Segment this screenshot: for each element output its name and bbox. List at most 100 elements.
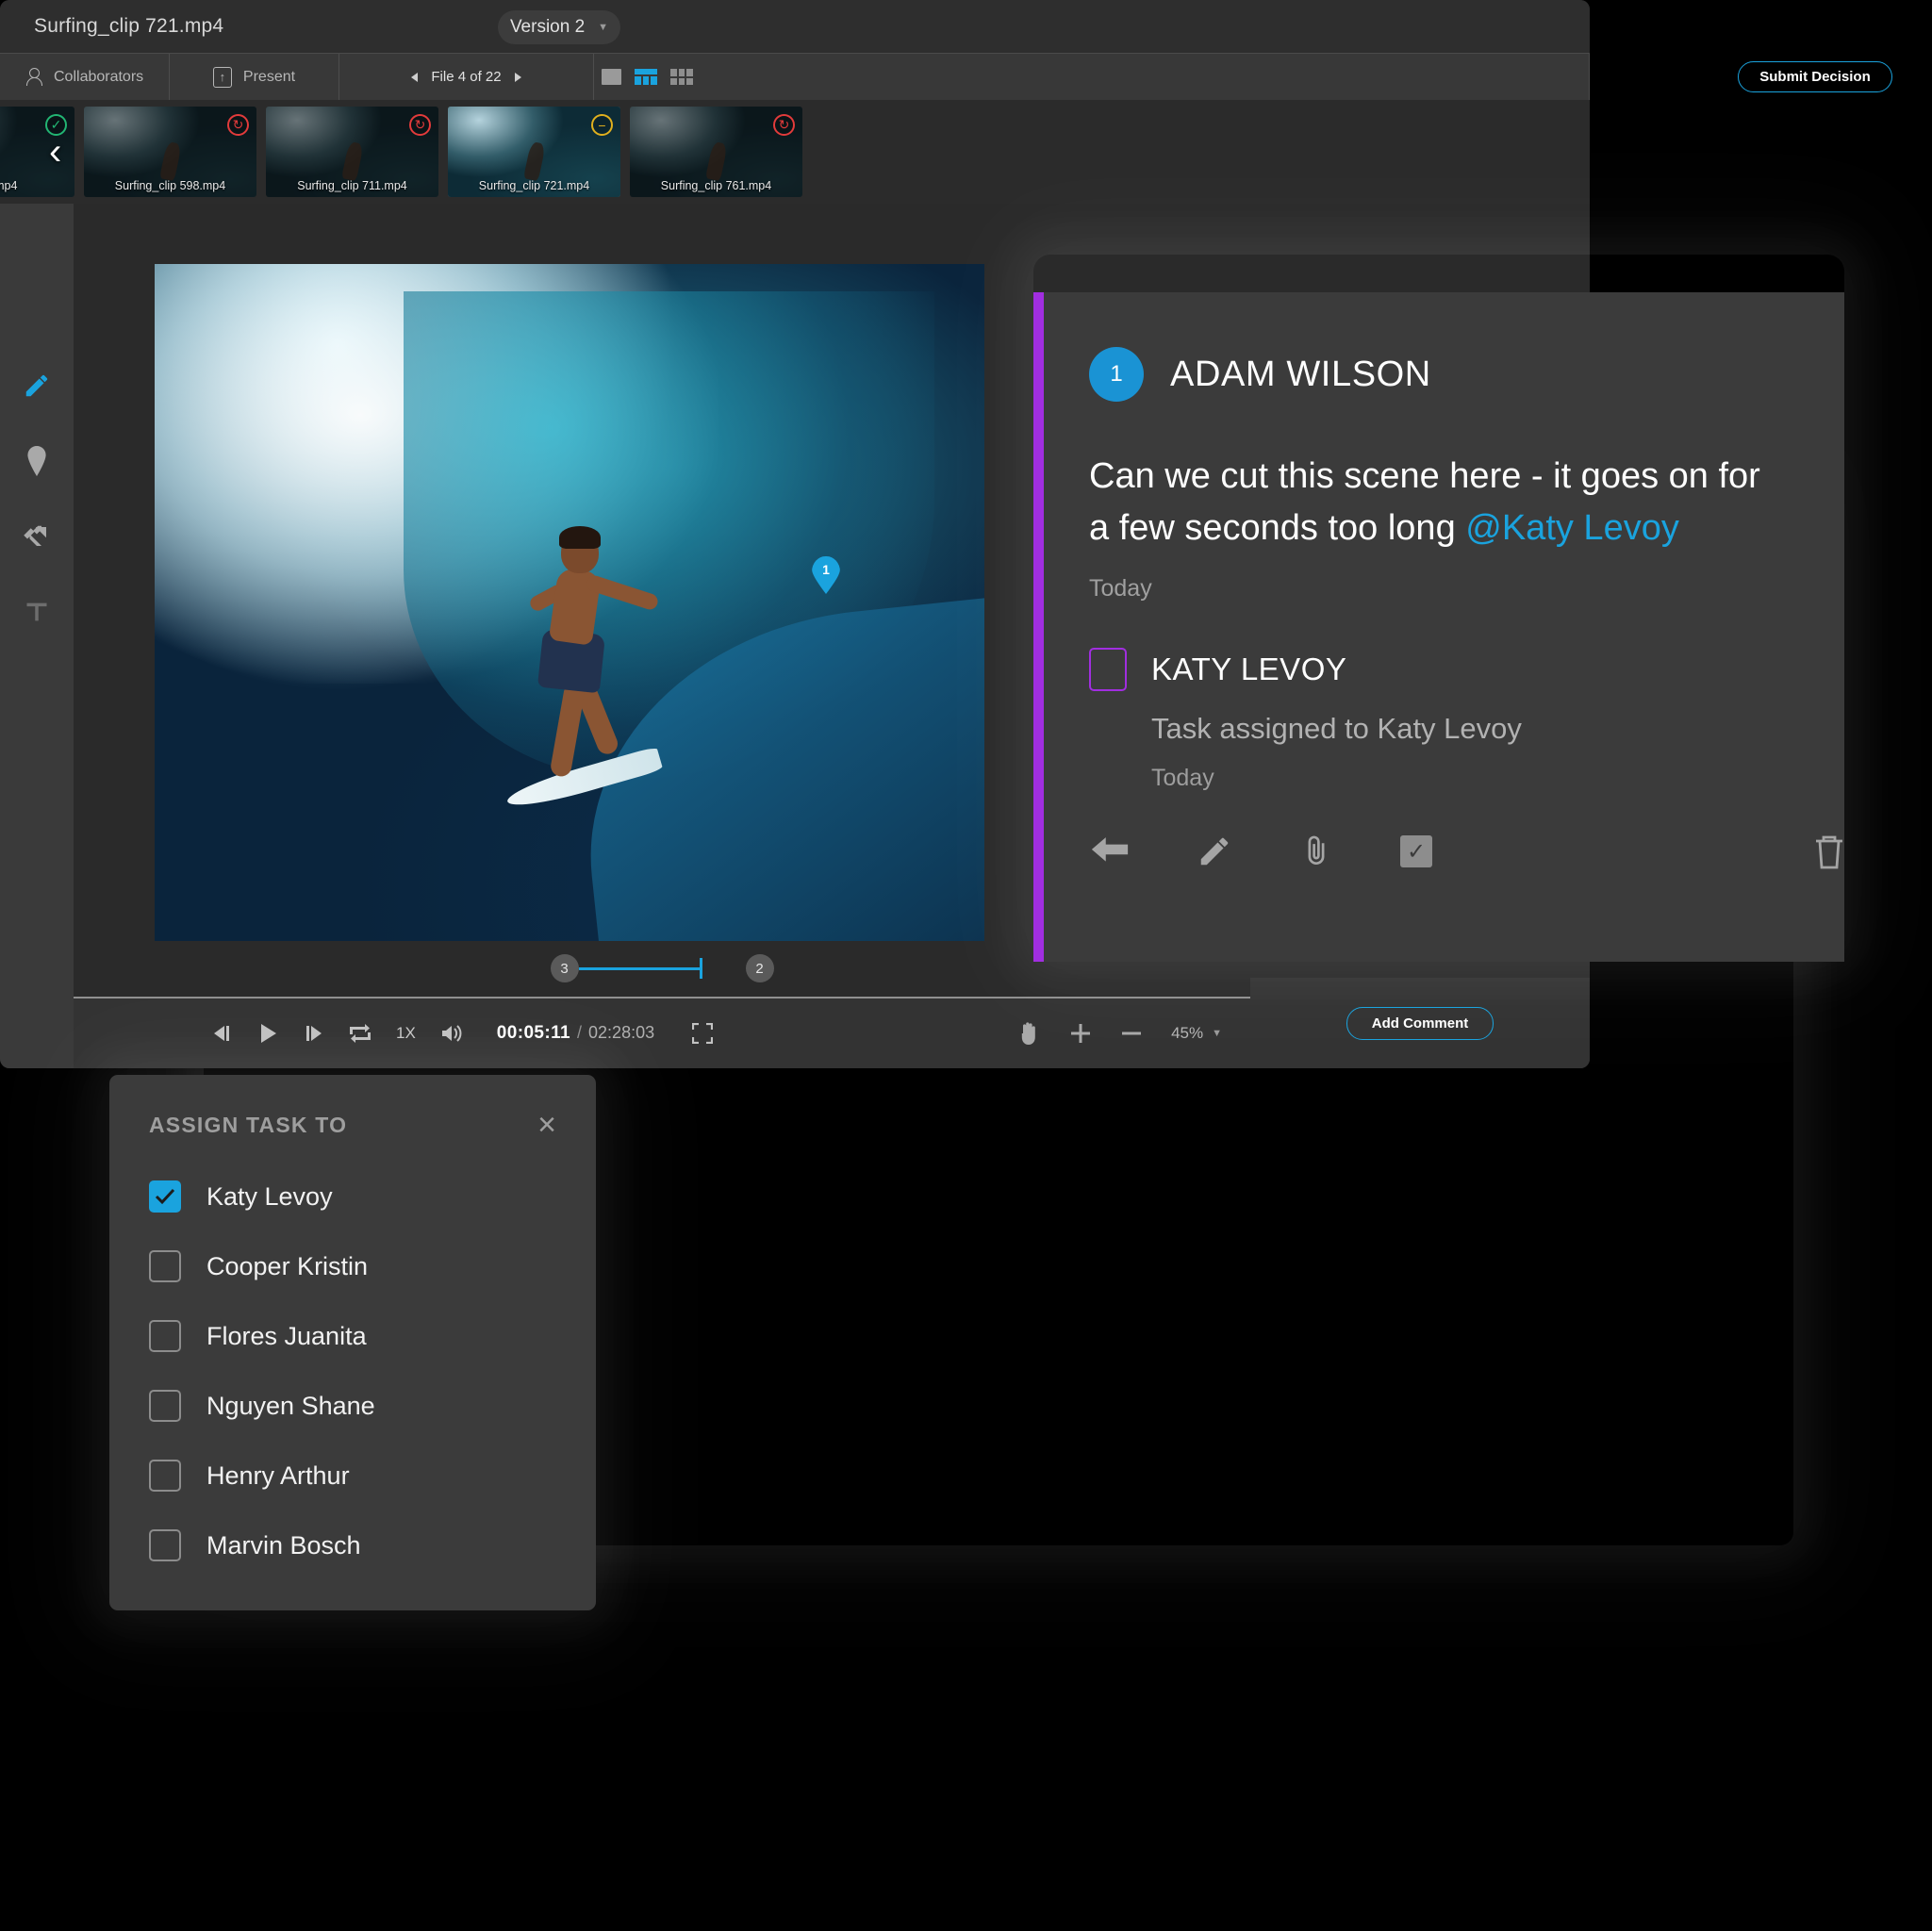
thumbnail-prev-icon[interactable]: ‹: [49, 133, 61, 171]
pencil-icon[interactable]: [21, 370, 53, 402]
next-file-icon[interactable]: [514, 72, 521, 82]
time-separator: /: [577, 1023, 583, 1042]
assignee-list: Katy Levoy Cooper Kristin Flores Juanita…: [109, 1162, 596, 1580]
comment-text: Can we cut this scene here - it goes on …: [1089, 451, 1788, 554]
task-assignee-name: KATY LEVOY: [1151, 652, 1347, 687]
resolve-checkbox-icon[interactable]: ✓: [1400, 835, 1432, 868]
assignee-row[interactable]: Flores Juanita: [109, 1301, 596, 1371]
timeline-chip[interactable]: 2: [745, 954, 774, 982]
present-label: Present: [242, 68, 296, 85]
arrow-icon[interactable]: [21, 520, 53, 553]
play-icon[interactable]: [258, 1023, 277, 1044]
thumbnail-item-active[interactable]: − Surfing_clip 721.mp4: [448, 107, 620, 197]
attachment-icon[interactable]: [1298, 833, 1334, 869]
player-controls: 1X 00:05:11 / 02:28:03 45% ▼: [74, 997, 1250, 1068]
pin-icon[interactable]: [21, 445, 53, 477]
thumbnail-label: Surfing_clip 711.mp4: [297, 179, 407, 192]
assignee-checkbox[interactable]: [149, 1390, 181, 1422]
popup-actions: ✓: [1044, 792, 1844, 869]
file-title: Surfing_clip 721.mp4: [34, 15, 224, 37]
file-pager-label: File 4 of 22: [431, 69, 502, 85]
assign-task-dialog: ASSIGN TASK TO × Katy Levoy Cooper Krist…: [109, 1075, 596, 1610]
comment-timestamp: Today: [1089, 575, 1152, 602]
comment-author: ADAM WILSON: [1170, 354, 1431, 394]
layout-switcher: [594, 53, 1590, 101]
thumbnail-item[interactable]: ↻ Surfing_clip 761.mp4: [630, 107, 802, 197]
playback-speed-button[interactable]: 1X: [396, 1024, 416, 1043]
task-header: KATY LEVOY: [1044, 602, 1844, 692]
version-dropdown[interactable]: Version 2 ▼: [498, 10, 620, 44]
thumbnail-item[interactable]: ✓ _1_v2.mp4: [0, 107, 74, 197]
loop-icon[interactable]: [349, 1024, 372, 1043]
assignee-checkbox[interactable]: [149, 1320, 181, 1352]
edit-pencil-icon[interactable]: [1197, 833, 1232, 869]
assignee-name: Katy Levoy: [206, 1181, 333, 1211]
close-icon[interactable]: ×: [537, 1109, 556, 1141]
current-time: 00:05:11: [496, 1023, 571, 1043]
prev-file-icon[interactable]: [411, 72, 419, 82]
status-badge: ↻: [773, 114, 795, 136]
screenshot-root: Surfing_clip 721.mp4 Version 2 ▼ Collabo…: [0, 0, 1932, 1931]
file-pager: File 4 of 22: [339, 53, 594, 101]
text-icon[interactable]: [21, 596, 53, 628]
assignee-name: Marvin Bosch: [206, 1530, 361, 1560]
annotation-tool-rail: [0, 204, 74, 1068]
add-comment-bar: Add Comment: [1250, 978, 1590, 1068]
thumbnail-label: Surfing_clip 721.mp4: [478, 179, 590, 192]
assignee-checkbox[interactable]: [149, 1180, 181, 1213]
thumbnail-label: Surfing_clip 761.mp4: [660, 179, 772, 192]
popup-body: Can we cut this scene here - it goes on …: [1044, 402, 1844, 602]
task-description: Task assigned to Katy Levoy: [1151, 712, 1522, 746]
step-back-icon[interactable]: [211, 1024, 234, 1043]
add-comment-button[interactable]: Add Comment: [1346, 1006, 1494, 1040]
thumbnail-item[interactable]: ↻ Surfing_clip 711.mp4: [266, 107, 438, 197]
layout-grid-icon[interactable]: [670, 69, 693, 85]
assignee-checkbox[interactable]: [149, 1529, 181, 1561]
present-icon: ↑: [212, 66, 232, 88]
assignee-checkbox[interactable]: [149, 1460, 181, 1492]
thumbnail-item[interactable]: ↻ Surfing_clip 598.mp4: [84, 107, 256, 197]
assignee-checkbox[interactable]: [149, 1250, 181, 1282]
layout-single-icon[interactable]: [602, 69, 621, 85]
chevron-down-icon[interactable]: ▼: [1212, 1028, 1222, 1039]
zoom-in-icon[interactable]: [1069, 1022, 1092, 1045]
layout-split-icon[interactable]: [635, 69, 657, 85]
comment-detail-popup: 1 ADAM WILSON Can we cut this scene here…: [1033, 292, 1844, 962]
video-preview[interactable]: 1: [155, 264, 984, 941]
assignee-row[interactable]: Nguyen Shane: [109, 1371, 596, 1441]
volume-icon[interactable]: [440, 1023, 463, 1044]
assignee-row[interactable]: Cooper Kristin: [109, 1231, 596, 1301]
timeline-playhead[interactable]: [699, 958, 702, 979]
zoom-level-label: 45%: [1171, 1024, 1204, 1042]
comment-number-avatar: 1: [1089, 347, 1144, 402]
zoom-out-icon[interactable]: [1120, 1022, 1143, 1045]
assignee-name: Cooper Kristin: [206, 1251, 369, 1280]
surfer-figure: [495, 515, 665, 826]
reply-icon[interactable]: [1089, 835, 1131, 867]
assignee-name: Henry Arthur: [206, 1461, 350, 1490]
popup-header: 1 ADAM WILSON: [1044, 292, 1844, 402]
thumbnail-label: Surfing_clip 598.mp4: [114, 179, 226, 192]
fullscreen-icon[interactable]: [692, 1023, 714, 1044]
pan-hand-icon[interactable]: [1018, 1021, 1041, 1046]
present-button[interactable]: ↑ Present: [170, 53, 339, 101]
chevron-down-icon: ▼: [598, 22, 609, 33]
timeline-chip[interactable]: 3: [550, 954, 579, 982]
assignee-row[interactable]: Henry Arthur: [109, 1441, 596, 1510]
assignee-name: Flores Juanita: [206, 1321, 367, 1350]
mention-link[interactable]: @Katy Levoy: [1465, 508, 1679, 548]
assign-dialog-title: ASSIGN TASK TO: [149, 1112, 348, 1137]
timeline-range: [578, 966, 700, 970]
delete-trash-icon[interactable]: [1814, 833, 1844, 869]
assignee-row[interactable]: Marvin Bosch: [109, 1510, 596, 1580]
assignee-row[interactable]: Katy Levoy: [109, 1162, 596, 1231]
main-toolbar: Collaborators ↑ Present File 4 of 22 Sub…: [0, 53, 1892, 101]
thumbnail-label: _1_v2.mp4: [0, 179, 18, 192]
total-time: 02:28:03: [588, 1023, 655, 1042]
collaborators-button[interactable]: Collaborators: [0, 53, 170, 101]
task-timestamp: Today: [1151, 765, 1214, 792]
task-checkbox[interactable]: [1089, 648, 1127, 692]
collaborators-label: Collaborators: [54, 68, 144, 85]
status-badge: −: [591, 114, 613, 136]
step-forward-icon[interactable]: [302, 1024, 324, 1043]
